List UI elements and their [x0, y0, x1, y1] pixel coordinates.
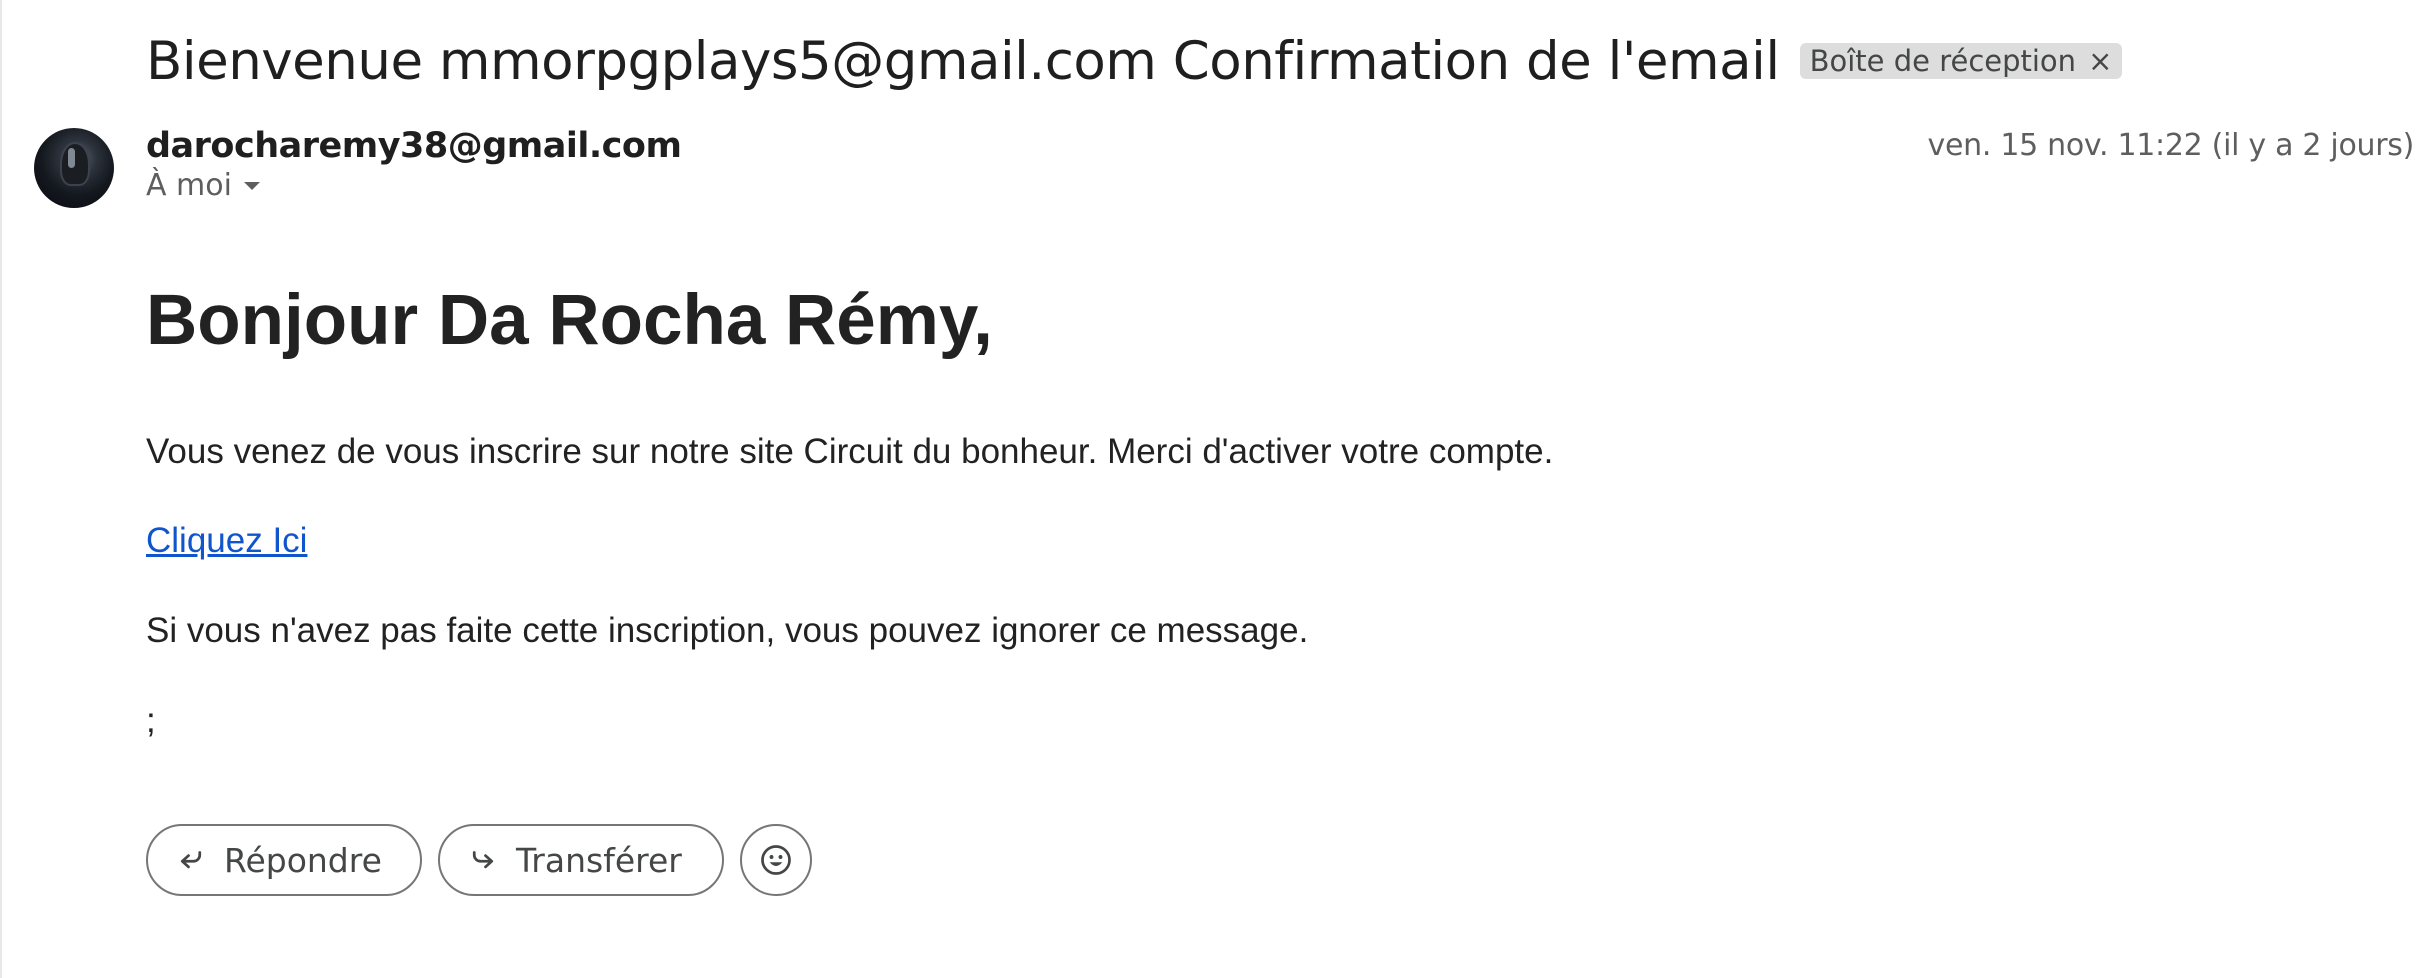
activation-link[interactable]: Cliquez Ici [146, 521, 307, 561]
forward-button[interactable]: Transférer [438, 824, 724, 896]
message-actions: Répondre Transférer [146, 824, 812, 896]
reply-label: Répondre [224, 840, 382, 880]
sender-avatar[interactable] [34, 128, 114, 208]
email-paragraph-2: Si vous n'avez pas faite cette inscripti… [146, 611, 1309, 650]
reply-icon [180, 851, 202, 869]
emoji-icon [761, 845, 791, 875]
avatar-shine [68, 148, 75, 168]
reply-button[interactable]: Répondre [146, 824, 422, 896]
inbox-label-text: Boîte de réception [1809, 44, 2077, 78]
caret-down-icon [243, 181, 260, 190]
forward-icon [472, 851, 494, 869]
remove-label-button[interactable]: × [2088, 44, 2112, 78]
inbox-label-chip[interactable]: Boîte de réception × [1799, 43, 2123, 79]
recipient-label: À moi [146, 168, 232, 203]
email-greeting: Bonjour Da Rocha Rémy, [146, 281, 993, 360]
avatar-helmet [60, 142, 90, 186]
message-date: ven. 15 nov. 11:22 (il y a 2 jours) [1927, 128, 2415, 163]
pane-edge [0, 0, 2, 978]
subject-row: Bienvenue mmorpgplays5@gmail.com Confirm… [146, 28, 2123, 94]
email-paragraph-3: ; [146, 701, 156, 740]
recipient-details-toggle[interactable]: À moi [146, 168, 260, 203]
forward-label: Transférer [516, 840, 682, 880]
sender-email[interactable]: darocharemy38@gmail.com [146, 126, 682, 166]
email-paragraph-1: Vous venez de vous inscrire sur notre si… [146, 432, 1554, 471]
add-reaction-button[interactable] [740, 824, 812, 896]
email-subject: Bienvenue mmorpgplays5@gmail.com Confirm… [146, 30, 1780, 92]
